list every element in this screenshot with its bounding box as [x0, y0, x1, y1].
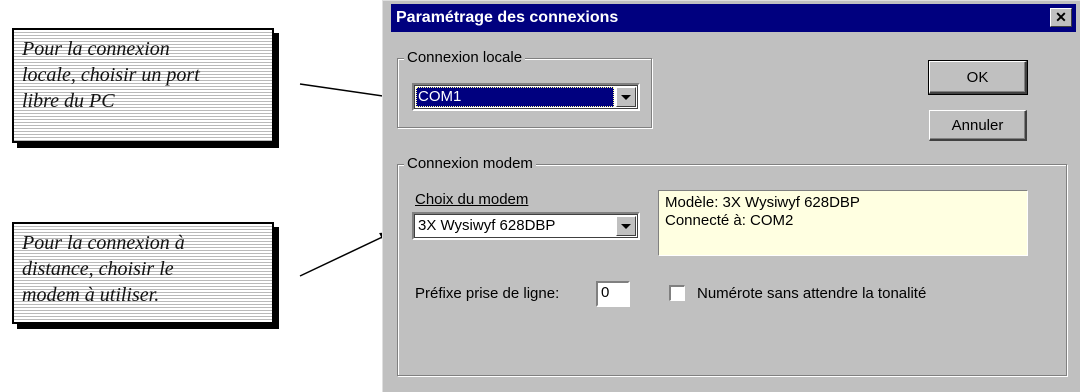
local-connection-group: Connexion locale COM1	[397, 49, 652, 128]
modem-select-value: 3X Wysiwyf 628DBP	[418, 217, 556, 234]
modem-port-info: Connecté à: COM2	[665, 212, 794, 229]
modem-info-box: Modèle: 3X Wysiwyf 628DBP Connecté à: CO…	[658, 190, 1028, 256]
dial-without-tone-label[interactable]: Numérote sans attendre la tonalité	[697, 285, 926, 303]
arrow-to-modem-select	[299, 231, 394, 277]
cancel-button[interactable]: Annuler	[929, 110, 1027, 141]
close-icon[interactable]: ✕	[1050, 8, 1072, 27]
ok-button[interactable]: OK	[928, 60, 1028, 95]
modem-connection-legend: Connexion modem	[404, 155, 536, 173]
chevron-down-icon	[621, 94, 631, 100]
dial-without-tone-checkbox[interactable]	[669, 285, 685, 301]
modem-choice-label: Choix du modem	[415, 191, 529, 208]
chevron-down-icon	[621, 223, 631, 229]
dialog-title: Paramétrage des connexions	[396, 9, 619, 26]
modem-dropdown-button[interactable]	[616, 216, 636, 236]
line-prefix-label: Préfixe prise de ligne:	[415, 285, 560, 302]
local-port-select[interactable]: COM1	[412, 83, 640, 111]
modem-select[interactable]: 3X Wysiwyf 628DBP	[412, 212, 640, 240]
modem-model-info: Modèle: 3X Wysiwyf 628DBP	[665, 194, 860, 211]
local-connection-legend: Connexion locale	[404, 49, 526, 67]
dialog-titlebar[interactable]: Paramétrage des connexions ✕	[391, 4, 1076, 32]
callout-arrows	[299, 83, 411, 277]
local-port-dropdown-button[interactable]	[616, 87, 636, 107]
line-prefix-input[interactable]: 0	[596, 281, 630, 307]
local-port-value: COM1	[416, 87, 614, 107]
connection-settings-dialog: Paramétrage des connexions ✕ Connexion l…	[382, 0, 1080, 392]
